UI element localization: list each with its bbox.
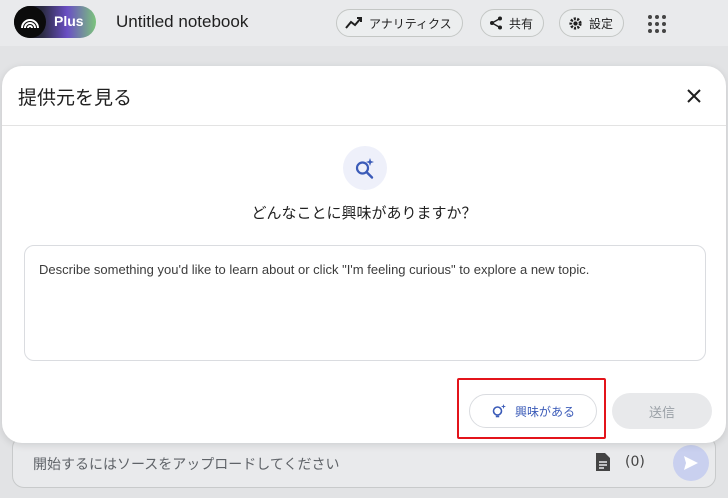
composer-placeholder: 開始するにはソースをアップロードしてください [33,457,340,473]
chat-composer[interactable]: 開始するにはソースをアップロードしてください (0) [12,436,716,488]
lightbulb-sparkle-icon [492,404,506,418]
notebook-title[interactable]: Untitled notebook [116,12,248,32]
feeling-curious-button[interactable]: 興味がある [469,394,597,428]
trending-up-icon [345,17,362,29]
discover-sources-dialog: 提供元を見る どんなことに興味がありますか？ 興味がある 送信 [2,66,726,443]
app-logo[interactable]: Plus [14,6,96,38]
top-bar: Plus Untitled notebook アナリティクス 共有 設定 [0,0,728,46]
search-sparkle-badge [343,146,387,190]
submit-button[interactable]: 送信 [612,393,712,429]
document-icon [596,453,610,471]
settings-button[interactable]: 設定 [559,9,625,37]
source-count: (0) [625,454,645,470]
analytics-label: アナリティクス [369,16,452,31]
send-icon [684,456,698,470]
send-button[interactable] [673,445,709,481]
dialog-header: 提供元を見る [2,66,726,126]
topic-input[interactable] [24,245,706,361]
close-button[interactable] [682,84,706,108]
search-sparkle-icon [355,158,374,179]
curious-label: 興味がある [514,404,575,419]
interest-question: どんなことに興味がありますか？ [251,204,477,222]
share-icon [490,16,502,30]
apps-grid-icon[interactable] [646,13,668,35]
logo-icon [14,6,46,38]
share-label: 共有 [509,16,534,31]
analytics-button[interactable]: アナリティクス [336,9,463,37]
close-icon [687,89,701,103]
share-button[interactable]: 共有 [480,9,545,37]
dialog-title: 提供元を見る [18,87,133,109]
plus-badge: Plus [54,13,84,29]
gear-icon [569,16,582,30]
settings-label: 設定 [589,16,614,31]
